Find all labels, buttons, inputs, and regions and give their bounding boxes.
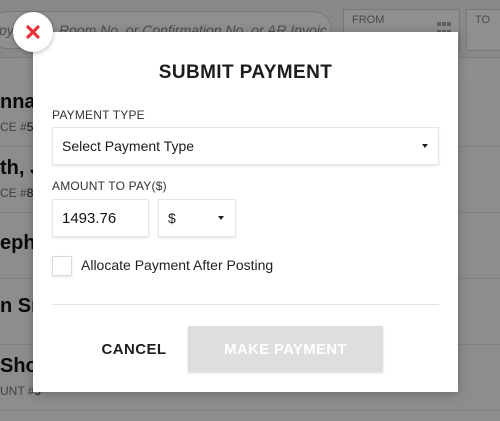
modal-title: SUBMIT PAYMENT xyxy=(158,62,333,83)
allocate-payment-checkbox[interactable] xyxy=(52,256,72,276)
cancel-button[interactable]: CANCEL xyxy=(89,326,179,372)
divider xyxy=(52,304,439,305)
allocate-payment-label[interactable]: Allocate Payment After Posting xyxy=(81,257,273,273)
caret-down-icon xyxy=(218,216,224,220)
payment-type-select[interactable]: Select Payment Type xyxy=(52,127,439,165)
amount-value: 1493.76 xyxy=(62,209,117,227)
amount-label: AMOUNT TO PAY($) xyxy=(52,179,167,193)
caret-down-icon xyxy=(422,144,428,148)
currency-value: $ xyxy=(168,210,176,226)
payment-type-label: PAYMENT TYPE xyxy=(52,108,145,122)
make-payment-button[interactable]: MAKE PAYMENT xyxy=(188,326,383,372)
close-button[interactable] xyxy=(13,12,53,52)
currency-select[interactable]: $ xyxy=(158,199,236,237)
amount-input[interactable]: 1493.76 xyxy=(52,199,149,237)
submit-payment-modal: SUBMIT PAYMENT PAYMENT TYPE Select Payme… xyxy=(13,12,458,392)
close-icon xyxy=(26,25,40,39)
payment-type-value: Select Payment Type xyxy=(62,138,195,154)
